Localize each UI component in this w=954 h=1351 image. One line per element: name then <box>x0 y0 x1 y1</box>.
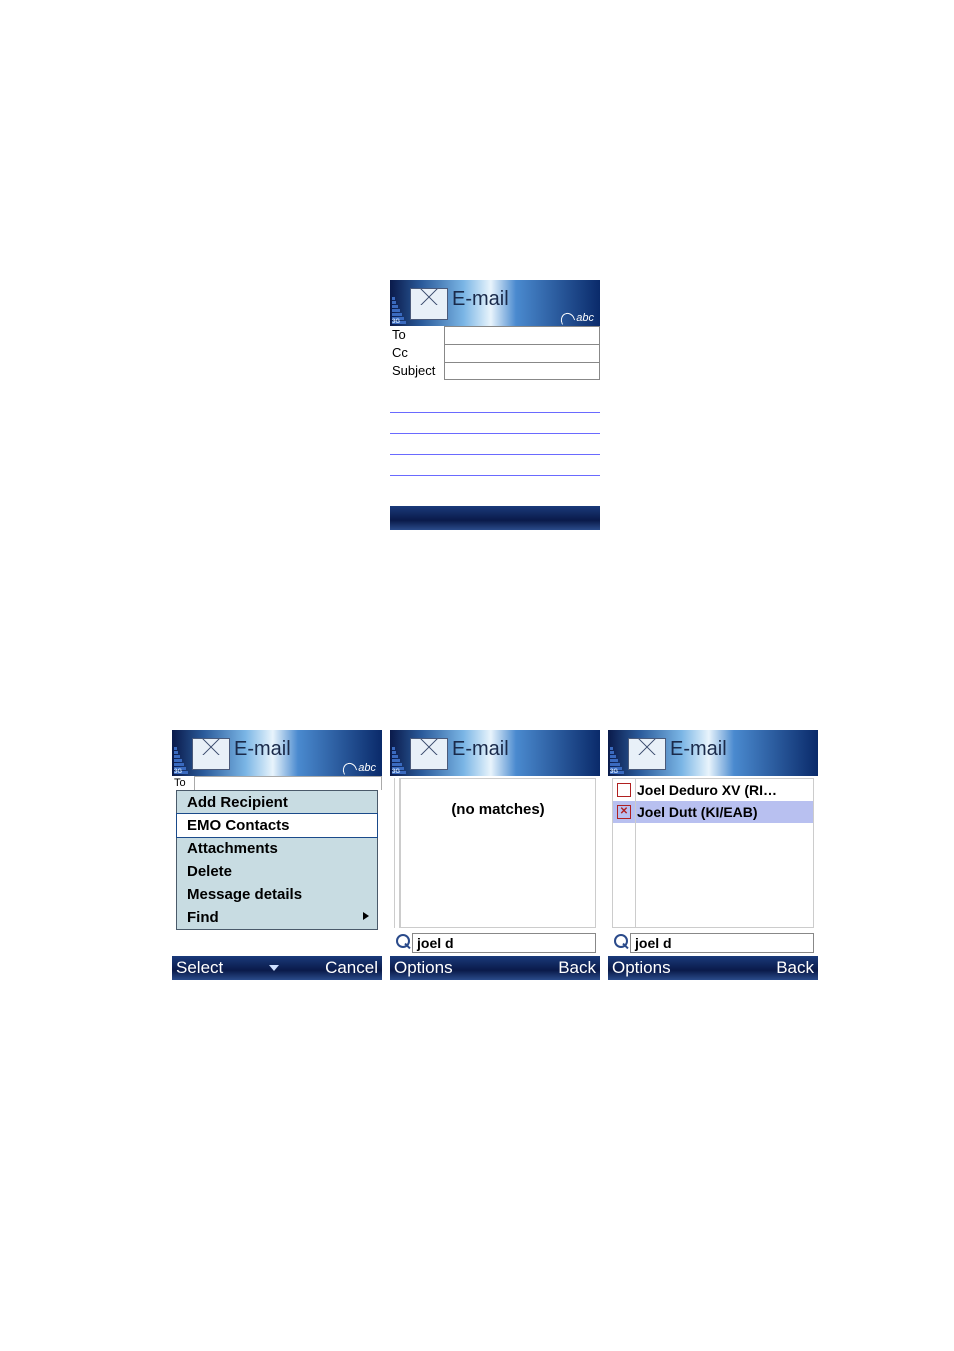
network-indicator: 3G <box>174 769 182 775</box>
envelope-icon <box>410 288 448 320</box>
softkey-left[interactable]: Options <box>394 958 453 978</box>
menu-delete[interactable]: Delete <box>177 860 377 883</box>
search-input[interactable]: joel d <box>630 933 814 953</box>
app-title: E-mail <box>670 738 727 761</box>
search-row: joel d <box>394 932 596 954</box>
checkbox-icon[interactable] <box>617 783 631 797</box>
to-row: To <box>172 776 382 790</box>
submenu-arrow-icon <box>363 912 369 920</box>
search-row: joel d <box>612 932 814 954</box>
result-row[interactable]: Joel Dutt (KI/EAB) <box>613 801 813 823</box>
search-results-screen: 3G E-mail Joel Deduro XV (RI… Joel Dutt … <box>608 730 818 980</box>
envelope-icon <box>192 738 230 770</box>
results-list: (no matches) <box>400 778 596 928</box>
envelope-icon <box>410 738 448 770</box>
menu-message-details[interactable]: Message details <box>177 883 377 906</box>
softkey-bar: Options Back <box>608 956 818 980</box>
menu-add-recipient[interactable]: Add Recipient <box>177 791 377 814</box>
results-list: Joel Deduro XV (RI… Joel Dutt (KI/EAB) <box>612 778 814 928</box>
softkey-left[interactable]: Select <box>176 958 223 978</box>
network-indicator: 3G <box>392 769 400 775</box>
input-mode-indicator: abc <box>342 762 376 774</box>
input-mode-indicator: abc <box>560 312 594 324</box>
subject-label: Subject <box>390 362 444 380</box>
search-icon <box>394 934 412 952</box>
softkey-right[interactable]: Back <box>558 958 596 978</box>
signal-icon <box>392 282 406 324</box>
softkey-bar: Options Back <box>390 956 600 980</box>
network-indicator: 3G <box>610 769 618 775</box>
signal-icon <box>392 732 406 774</box>
header: 3G E-mail <box>608 730 818 776</box>
to-row: To <box>390 326 600 344</box>
softkey-right[interactable]: Back <box>776 958 814 978</box>
body-input[interactable] <box>390 392 600 476</box>
options-menu: Add Recipient EMO Contacts Attachments D… <box>176 790 378 930</box>
envelope-icon <box>628 738 666 770</box>
contact-name: Joel Dutt (KI/EAB) <box>637 804 758 820</box>
header: 3G E-mail <box>390 730 600 776</box>
softkey-center-icon[interactable] <box>269 965 279 971</box>
cc-input[interactable] <box>444 344 600 362</box>
softkey-bar: Select Cancel <box>172 956 382 980</box>
header: 3G E-mail abc <box>172 730 382 776</box>
to-label: To <box>172 776 194 790</box>
no-matches-label: (no matches) <box>401 801 595 818</box>
to-input[interactable] <box>194 776 382 790</box>
options-menu-screen: 3G E-mail abc To Add Recipient EMO Conta… <box>172 730 382 980</box>
cc-row: Cc <box>390 344 600 362</box>
network-indicator: 3G <box>392 319 400 325</box>
column-divider <box>635 779 636 927</box>
app-title: E-mail <box>452 288 509 311</box>
menu-find[interactable]: Find <box>177 906 377 929</box>
contact-name: Joel Deduro XV (RI… <box>637 782 777 798</box>
header: 3G E-mail abc <box>390 280 600 326</box>
menu-emo-contacts[interactable]: EMO Contacts <box>177 814 377 837</box>
softkey-left[interactable]: Options <box>612 958 671 978</box>
compose-screen: 3G E-mail abc To Cc Subject <box>390 280 600 530</box>
to-label: To <box>390 326 444 344</box>
footer <box>390 506 600 530</box>
subject-input[interactable] <box>444 362 600 380</box>
search-no-matches-screen: 3G E-mail (no matches) joel d Options Ba… <box>390 730 600 980</box>
search-icon <box>612 934 630 952</box>
app-title: E-mail <box>234 738 291 761</box>
signal-icon <box>174 732 188 774</box>
signal-icon <box>610 732 624 774</box>
result-row[interactable]: Joel Deduro XV (RI… <box>613 779 813 801</box>
subject-row: Subject <box>390 362 600 380</box>
compose-fields: To Cc Subject <box>390 326 600 380</box>
checkbox-icon[interactable] <box>617 805 631 819</box>
softkey-right[interactable]: Cancel <box>325 958 378 978</box>
to-input[interactable] <box>444 326 600 344</box>
menu-attachments[interactable]: Attachments <box>177 837 377 860</box>
cc-label: Cc <box>390 344 444 362</box>
app-title: E-mail <box>452 738 509 761</box>
search-input[interactable]: joel d <box>412 933 596 953</box>
